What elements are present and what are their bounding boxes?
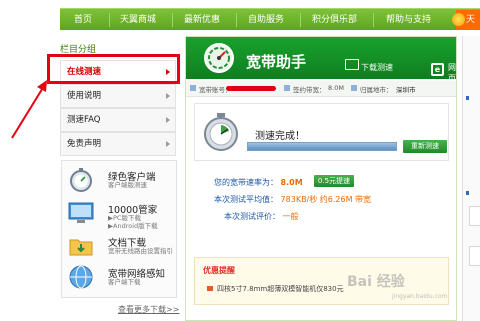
right-side-panel <box>462 36 480 321</box>
app-desc: ▶PC版下载 ▶Android版下载 <box>108 214 158 230</box>
nav-divider <box>236 13 237 27</box>
nav-self-service[interactable]: 自助服务 <box>248 9 284 31</box>
test-progress-bar <box>247 142 397 151</box>
speedometer-icon <box>204 43 234 73</box>
baidu-watermark: Bai 经验 <box>347 274 405 290</box>
baidu-watermark-url: jingyan.baidu.com <box>392 293 448 300</box>
panel-card[interactable] <box>469 206 480 226</box>
main-header: 宽带助手 下载测速 e 网页 <box>186 37 456 83</box>
region-label: 归属地市： <box>360 86 393 94</box>
bullet-icon <box>351 85 357 91</box>
panel-marker <box>466 96 469 100</box>
speedtest-window: 宽带助手 下载测速 e 网页 宽带账号： 签约带宽： 8.0M 归属地市： 深圳… <box>185 36 457 321</box>
panel-card[interactable] <box>469 246 480 266</box>
app-desc: 客户端版测速 <box>108 181 147 189</box>
nav-offers[interactable]: 最新优惠 <box>184 9 220 31</box>
chevron-right-icon <box>166 93 170 99</box>
app-download-panel: 绿色客户端 客户端版测速 10000管家 ▶PC版下载 ▶Android版下载 … <box>61 160 177 298</box>
stopwatch-icon <box>70 168 92 192</box>
result-average-row: 本次测试平均值： 783KB/秒 约6.26M 带宽 <box>214 194 371 205</box>
average-value: 783KB/秒 约6.26M 带宽 <box>280 195 372 204</box>
brand-logo-icon <box>452 13 465 26</box>
brand-label: 天 <box>466 15 476 25</box>
highlight-annotation-box <box>47 54 180 84</box>
nav-divider <box>109 13 110 27</box>
app-green-client[interactable]: 绿色客户端 客户端版测速 <box>68 166 176 196</box>
panel-marker <box>466 191 469 195</box>
speaker-icon <box>207 286 213 291</box>
chevron-right-icon <box>166 141 170 147</box>
region-value: 深圳市 <box>396 86 416 94</box>
test-status-text: 测速完成！ <box>255 131 305 142</box>
progress-fill <box>248 143 396 150</box>
evaluation-label: 本次测试评价： <box>224 212 280 221</box>
evaluation-value: 一般 <box>282 212 299 221</box>
app-10000-manager[interactable]: 10000管家 ▶PC版下载 ▶Android版下载 <box>68 199 176 230</box>
promo-line[interactable]: 四核5寸7.8mm超薄双模智能机仅830元 <box>207 284 344 294</box>
redaction-mark <box>226 86 276 91</box>
nav-shop[interactable]: 天翼商城 <box>120 9 156 31</box>
app-document-download[interactable]: 文档下载 宽带无线路由设置指引 <box>68 232 176 262</box>
app-broadband-sense[interactable]: 宽带网络感知 客户端下载 <box>68 263 176 293</box>
sidebar-item-label: 免责声明 <box>67 139 102 149</box>
promo-text: 四核5寸7.8mm超薄双模智能机仅830元 <box>217 285 344 293</box>
tab-label: 网页 <box>448 63 456 83</box>
signed-bandwidth-label: 签约带宽： <box>293 86 326 94</box>
page-title: 宽带助手 <box>246 53 307 71</box>
nav-home[interactable]: 首页 <box>74 9 92 31</box>
monitor-icon <box>345 59 359 70</box>
account-info-bar: 宽带账号： 签约带宽： 8.0M 归属地市： 深圳市 <box>186 81 456 97</box>
nav-divider <box>172 13 173 27</box>
sidebar-item-instructions[interactable]: 使用说明 <box>60 84 176 108</box>
sidebar-item-label: 测速FAQ <box>67 115 101 125</box>
top-nav: 首页 天翼商城 最新优惠 自助服务 积分俱乐部 帮助与支持 天 <box>60 8 480 30</box>
tab-download-speedtest[interactable]: 下载测速 <box>345 59 393 73</box>
globe-icon <box>69 265 93 289</box>
sidebar-item-disclaimer[interactable]: 免责声明 <box>60 132 176 156</box>
average-label: 本次测试平均值： <box>214 195 278 204</box>
sidebar-item-faq[interactable]: 测速FAQ <box>60 108 176 132</box>
nav-points-club[interactable]: 积分俱乐部 <box>312 9 357 31</box>
monitor-icon <box>68 202 94 223</box>
rate-label: 您的宽带速率为： <box>214 178 278 187</box>
app-desc: 客户端下载 <box>108 278 141 286</box>
nav-help[interactable]: 帮助与支持 <box>386 9 431 31</box>
result-evaluation-row: 本次测试评价： 一般 <box>224 211 299 222</box>
more-downloads-link[interactable]: 查看更多下载>> <box>118 304 179 315</box>
bullet-icon <box>284 85 290 91</box>
brand-tab[interactable]: 天 <box>452 10 480 30</box>
upgrade-button[interactable]: 0.5元提速 <box>314 175 354 187</box>
app-desc: 宽带无线路由设置指引 <box>108 247 173 255</box>
nav-divider <box>300 13 301 27</box>
tab-label: 下载测速 <box>361 63 393 72</box>
chevron-right-icon <box>166 117 170 123</box>
retest-button[interactable]: 重新测速 <box>403 140 447 153</box>
speedtest-status-box: 测速完成！ 重新测速 <box>194 103 449 161</box>
browser-e-icon: e <box>431 63 444 76</box>
nav-divider <box>373 13 374 27</box>
rate-value: 8.0M <box>280 178 303 187</box>
folder-icon <box>69 239 93 256</box>
result-rate-row: 您的宽带速率为： 8.0M <box>214 177 303 188</box>
stopwatch-icon <box>204 113 238 151</box>
bullet-icon <box>190 85 196 91</box>
signed-bandwidth-value: 8.0M <box>328 84 344 92</box>
sidebar-item-label: 使用说明 <box>67 91 102 101</box>
tips-title: 优惠提醒 <box>203 266 235 275</box>
